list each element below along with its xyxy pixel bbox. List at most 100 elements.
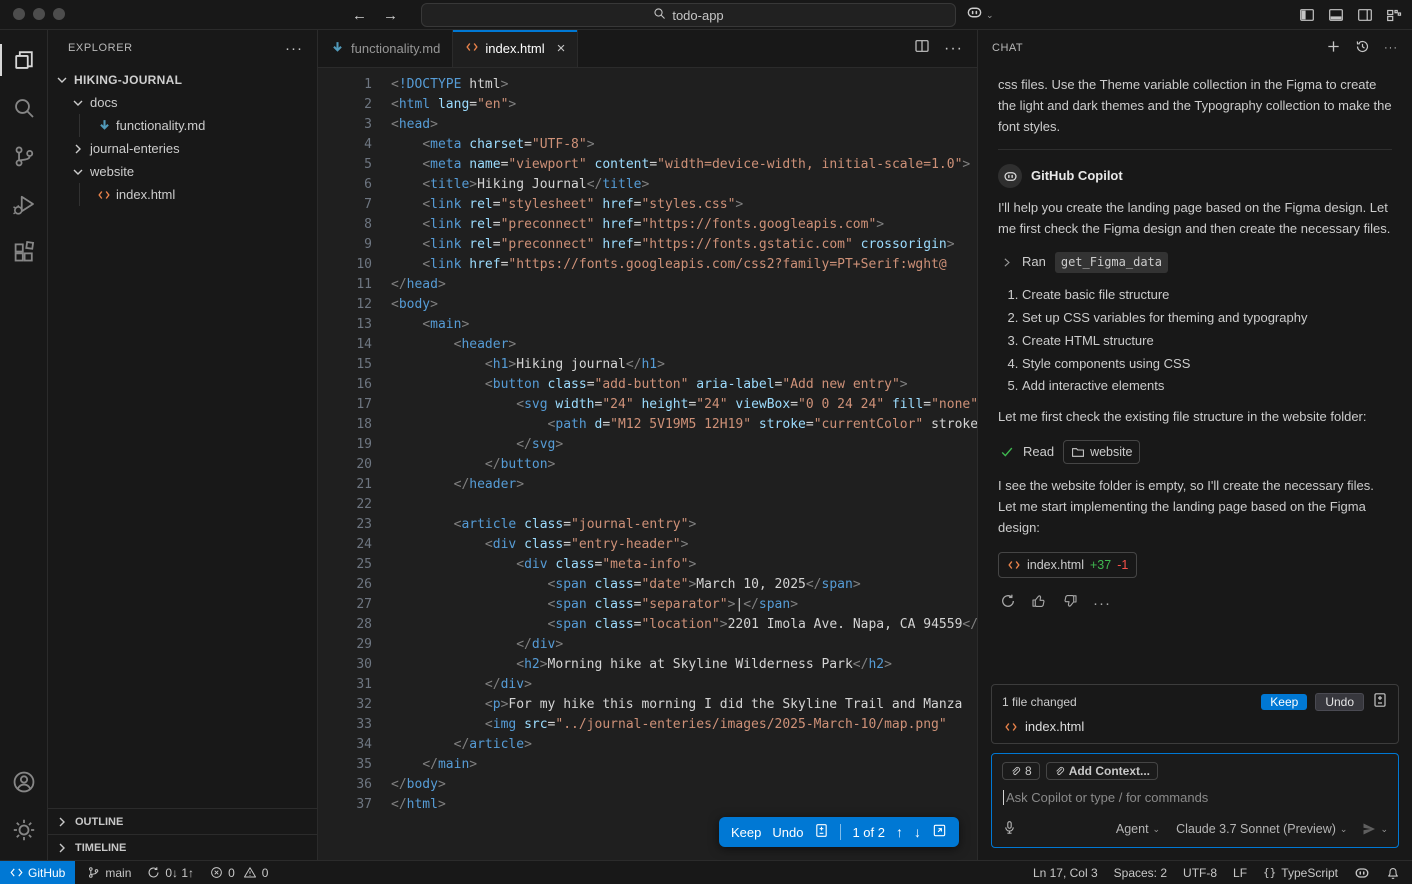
tool-run-row[interactable]: Ran get_Figma_data [1000,252,1392,273]
source-control-icon[interactable] [0,132,48,180]
markdown-icon [330,40,345,58]
message-more-actions-icon[interactable]: ··· [1093,592,1111,616]
search-view-icon[interactable] [0,84,48,132]
changed-file-chip[interactable]: index.html +37 -1 [998,552,1137,578]
indentation-setting[interactable]: Spaces: 2 [1106,861,1175,884]
thumbs-down-icon[interactable] [1062,593,1078,616]
file-functionality-md[interactable]: functionality.md [48,114,317,137]
open-changes-icon[interactable] [932,823,947,841]
editor-more-actions-icon[interactable]: ··· [944,40,963,58]
tab-label: index.html [485,41,544,56]
mode-selector[interactable]: Agent ⌄ [1116,822,1160,836]
code-line-30: 30 <h2>Morning hike at Skyline Wildernes… [318,655,977,675]
item-label: index.html [116,187,175,202]
code-line-27: 27 <span class="separator">|</span> [318,595,977,615]
chat-more-actions-icon[interactable]: ··· [1384,42,1398,54]
zoom-window-button[interactable] [53,8,65,20]
chevron-down-icon [70,95,86,111]
sync-icon [147,866,160,879]
copilot-status-icon[interactable] [1346,861,1378,884]
keep-all-button[interactable]: Keep [1261,694,1307,710]
changed-file-row[interactable]: index.html [992,715,1398,743]
branch-indicator[interactable]: main [79,861,139,884]
remote-icon [10,866,23,879]
add-context-chip[interactable]: Add Context... [1046,762,1158,780]
view-diff-icon[interactable] [1372,692,1388,711]
timeline-section-header[interactable]: TIMELINE [48,834,317,860]
new-chat-icon[interactable] [1326,39,1341,57]
toggle-panel-icon[interactable] [1328,7,1344,23]
copilot-icon [966,4,983,26]
html-file-icon [1004,720,1018,734]
forward-icon[interactable]: → [383,7,398,24]
attachments-chip[interactable]: 8 [1002,762,1040,780]
code-line-36: 36</body> [318,775,977,795]
command-center-search[interactable]: todo-app [421,3,956,27]
diff-undo-button[interactable]: Undo [772,825,803,840]
folder-website[interactable]: website [48,160,317,183]
back-icon[interactable]: ← [352,7,367,24]
send-button[interactable]: ⌄ [1361,821,1388,837]
folder-docs[interactable]: docs [48,91,317,114]
plan-step: Create basic file structure [1022,285,1392,306]
customize-layout-icon[interactable] [1386,7,1402,23]
encoding-setting[interactable]: UTF-8 [1175,861,1225,884]
toggle-secondary-sidebar-icon[interactable] [1357,7,1373,23]
line-number: 19 [318,435,372,455]
line-number: 14 [318,335,372,355]
minimize-window-button[interactable] [33,8,45,20]
extensions-icon[interactable] [0,228,48,276]
tab-functionality-md[interactable]: functionality.md [318,30,453,67]
code-line-20: 20 </button> [318,455,977,475]
account-icon[interactable] [0,758,48,806]
line-number: 15 [318,355,372,375]
line-number: 3 [318,115,372,135]
code-line-32: 32 <p>For my hike this morning I did the… [318,695,977,715]
file-index-html[interactable]: index.html [48,183,317,206]
read-target-chip[interactable]: website [1063,440,1140,464]
chat-history-icon[interactable] [1355,39,1370,57]
problems-indicator[interactable]: 0 0 [202,861,276,884]
folder-journal-enteries[interactable]: journal-enteries [48,137,317,160]
timeline-label: TIMELINE [75,842,126,854]
run-debug-icon[interactable] [0,180,48,228]
line-number: 31 [318,675,372,695]
code-editor[interactable]: 1<!DOCTYPE html>2<html lang="en">3<head>… [318,68,977,860]
folder-hiking-journal[interactable]: HIKING-JOURNAL [48,68,317,91]
settings-gear-icon[interactable] [0,806,48,854]
split-editor-icon[interactable] [914,38,930,59]
chat-messages: css files. Use the Theme variable collec… [978,65,1412,674]
toggle-primary-sidebar-icon[interactable] [1299,7,1315,23]
next-change-icon[interactable]: ↓ [914,824,921,840]
view-changes-icon[interactable] [814,823,829,841]
chat-input-field[interactable]: Ask Copilot or type / for commands [1003,790,1388,805]
code-line-1: 1<!DOCTYPE html> [318,75,977,95]
diff-keep-button[interactable]: Keep [731,825,761,840]
chat-title: CHAT [992,42,1023,54]
language-mode[interactable]: {} TypeScript [1255,861,1346,884]
outline-section-header[interactable]: OUTLINE [48,808,317,834]
retry-icon[interactable] [1000,593,1016,616]
remote-indicator[interactable]: GitHub [0,861,75,884]
tab-index-html[interactable]: index.html × [453,30,578,67]
notifications-bell-icon[interactable] [1378,861,1412,884]
assistant-name: GitHub Copilot [1031,166,1123,187]
code-line-10: 10 <link href="https://fonts.googleapis.… [318,255,977,275]
markdown-icon [96,118,112,134]
code-line-16: 16 <button class="add-button" aria-label… [318,375,977,395]
close-window-button[interactable] [13,8,25,20]
chat-input-box[interactable]: 8 Add Context... Ask Copilot or type / f… [991,753,1399,848]
undo-all-button[interactable]: Undo [1315,693,1364,711]
explorer-icon[interactable] [0,36,48,84]
cursor-position[interactable]: Ln 17, Col 3 [1025,861,1106,884]
explorer-more-actions-icon[interactable]: ··· [285,40,303,57]
microphone-icon[interactable] [1002,820,1017,838]
model-selector[interactable]: Claude 3.7 Sonnet (Preview) ⌄ [1176,822,1347,836]
thumbs-up-icon[interactable] [1031,593,1047,616]
previous-change-icon[interactable]: ↑ [896,824,903,840]
close-tab-icon[interactable]: × [557,41,566,56]
chevron-right-icon [70,141,86,157]
copilot-menu-button[interactable]: ⌄ [966,0,994,30]
sync-indicator[interactable]: 0↓ 1↑ [139,861,202,884]
eol-setting[interactable]: LF [1225,861,1255,884]
